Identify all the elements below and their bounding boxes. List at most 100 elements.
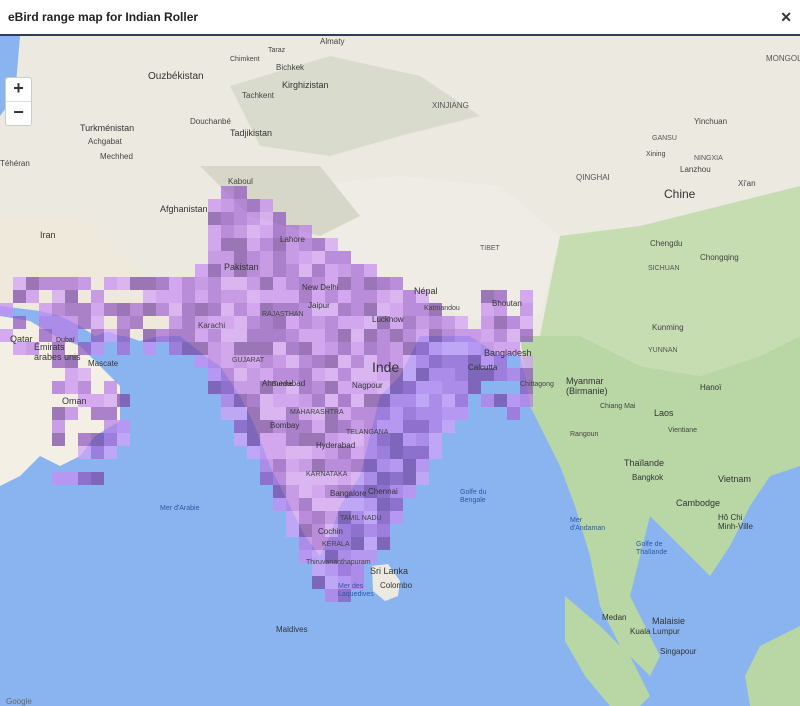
range-cell <box>338 368 351 381</box>
range-cell <box>429 355 442 368</box>
range-cell <box>169 290 182 303</box>
range-cell <box>247 381 260 394</box>
label-kunming: Kunming <box>652 323 684 332</box>
range-cell <box>390 277 403 290</box>
range-cell <box>247 368 260 381</box>
range-cell <box>377 446 390 459</box>
range-cell <box>416 342 429 355</box>
range-cell <box>520 290 533 303</box>
range-cell <box>65 407 78 420</box>
range-cell <box>364 290 377 303</box>
label-maldives: Maldives <box>276 625 308 634</box>
range-cell <box>234 394 247 407</box>
label-vientiane: Vientiane <box>668 427 697 434</box>
range-cell <box>182 329 195 342</box>
range-cell <box>195 342 208 355</box>
label-chongqing: Chongqing <box>700 253 739 262</box>
close-icon[interactable]: ✕ <box>780 9 792 26</box>
label-ouzbekistan: Ouzbékistan <box>148 71 204 82</box>
range-cell <box>221 225 234 238</box>
label-inde: Inde <box>372 359 399 375</box>
range-cell <box>455 329 468 342</box>
range-cell <box>325 316 338 329</box>
range-cell <box>312 355 325 368</box>
label-bhoutan: Bhoutan <box>492 299 522 308</box>
range-cell <box>442 381 455 394</box>
range-cell <box>442 342 455 355</box>
range-cell <box>429 342 442 355</box>
range-cell <box>65 290 78 303</box>
map-canvas[interactable]: Ouzbékistan Turkménistan Achgabat Mechhed Af… <box>0 36 800 706</box>
range-cell <box>286 394 299 407</box>
range-cell <box>312 238 325 251</box>
range-cell <box>390 342 403 355</box>
range-cell <box>520 394 533 407</box>
range-cell <box>338 342 351 355</box>
range-cell <box>65 381 78 394</box>
zoom-control: + − <box>5 77 32 126</box>
range-cell <box>364 407 377 420</box>
range-cell <box>143 290 156 303</box>
range-cell <box>65 277 78 290</box>
range-cell <box>156 290 169 303</box>
range-cell <box>390 329 403 342</box>
range-cell <box>338 251 351 264</box>
range-cell <box>403 368 416 381</box>
range-cell <box>273 290 286 303</box>
range-cell <box>0 303 13 316</box>
label-cambodge: Cambodge <box>676 498 720 508</box>
range-cell <box>325 329 338 342</box>
range-cell <box>39 277 52 290</box>
range-cell <box>520 368 533 381</box>
label-taraz: Taraz <box>268 47 286 54</box>
range-cell <box>273 433 286 446</box>
range-cell <box>286 433 299 446</box>
range-cell <box>234 238 247 251</box>
range-cell <box>247 446 260 459</box>
zoom-in-button[interactable]: + <box>6 78 31 102</box>
range-cell <box>429 381 442 394</box>
range-cell <box>273 212 286 225</box>
range-cell <box>325 251 338 264</box>
range-cell <box>104 407 117 420</box>
label-qatar: Qatar <box>10 334 33 344</box>
range-cell <box>403 355 416 368</box>
label-almaty: Almaty <box>320 37 344 46</box>
range-cell <box>260 394 273 407</box>
label-google: Google <box>6 697 32 706</box>
label-chine: Chine <box>664 187 696 201</box>
range-cell <box>208 368 221 381</box>
dialog-header: eBird range map for Indian Roller ✕ <box>0 0 800 36</box>
range-cell <box>299 433 312 446</box>
range-cell <box>273 277 286 290</box>
range-cell <box>403 303 416 316</box>
range-cell <box>403 394 416 407</box>
range-cell <box>403 433 416 446</box>
zoom-out-button[interactable]: − <box>6 102 31 125</box>
label-chimkent: Chimkent <box>230 56 260 63</box>
label-afghanistan: Afghanistan <box>160 204 208 214</box>
range-cell <box>78 446 91 459</box>
range-cell <box>78 433 91 446</box>
range-cell <box>312 251 325 264</box>
range-cell <box>273 394 286 407</box>
label-maharashtra: MAHARASHTRA <box>290 409 344 416</box>
range-cell <box>39 316 52 329</box>
range-cell <box>65 316 78 329</box>
range-cell <box>260 238 273 251</box>
label-kerala: KERALA <box>322 541 350 548</box>
range-cell <box>260 264 273 277</box>
range-cell <box>325 420 338 433</box>
range-map[interactable]: Ouzbékistan Turkménistan Achgabat Mechhed Af… <box>0 36 800 706</box>
range-cell <box>260 251 273 264</box>
label-lahore: Lahore <box>280 235 305 244</box>
label-colombo: Colombo <box>380 581 413 590</box>
label-bichkek: Bichkek <box>276 63 305 72</box>
range-cell <box>104 433 117 446</box>
range-cell <box>182 342 195 355</box>
range-cell <box>247 329 260 342</box>
range-cell <box>338 303 351 316</box>
range-cell <box>260 290 273 303</box>
range-cell <box>455 368 468 381</box>
range-cell <box>117 329 130 342</box>
